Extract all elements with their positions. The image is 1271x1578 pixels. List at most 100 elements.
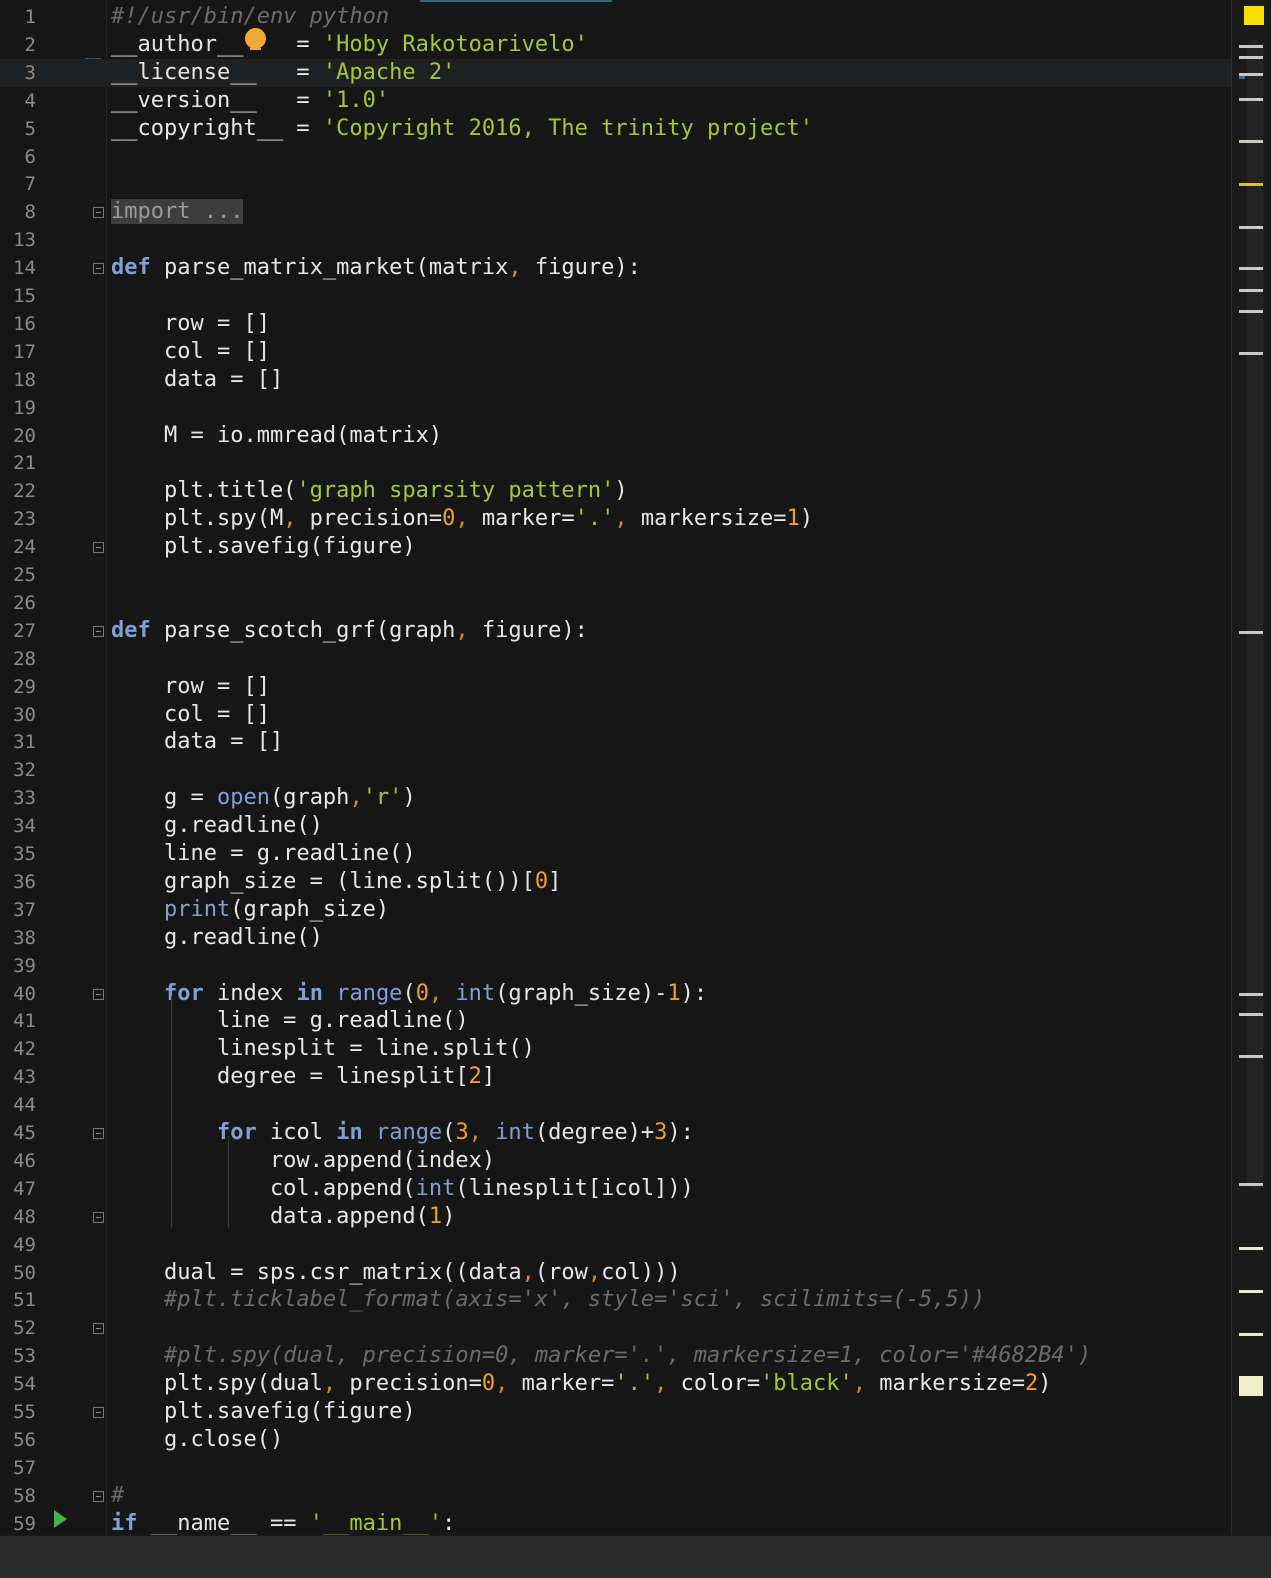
- code-line[interactable]: 19: [0, 394, 1231, 422]
- stripe-marker[interactable]: [1239, 1247, 1263, 1250]
- code-line[interactable]: 27 def parse_scotch_grf(graph, figure):: [0, 617, 1231, 645]
- code-line[interactable]: 48 data.append(1): [0, 1203, 1231, 1231]
- code-line[interactable]: 47 col.append(int(linesplit[icol])): [0, 1175, 1231, 1203]
- code-line[interactable]: 54 plt.spy(dual, precision=0, marker='.'…: [0, 1370, 1231, 1398]
- code-line[interactable]: 23 plt.spy(M, precision=0, marker='.', m…: [0, 505, 1231, 533]
- code-line[interactable]: 35 line = g.readline(): [0, 840, 1231, 868]
- code-line[interactable]: 21: [0, 449, 1231, 477]
- stripe-marker[interactable]: [1239, 631, 1263, 634]
- code-line[interactable]: 50 dual = sps.csr_matrix((data,(row,col)…: [0, 1259, 1231, 1287]
- code-text: line = g.readline(): [111, 841, 416, 866]
- stripe-marker[interactable]: [1239, 289, 1263, 292]
- stripe-marker[interactable]: [1239, 310, 1263, 313]
- code-line[interactable]: 58 #: [0, 1482, 1231, 1510]
- line-number: 52: [13, 1317, 36, 1340]
- code-line[interactable]: 17 col = []: [0, 338, 1231, 366]
- stripe-marker[interactable]: [1239, 1333, 1263, 1336]
- stripe-marker[interactable]: [1239, 1055, 1263, 1058]
- stripe-marker[interactable]: [1239, 1183, 1263, 1186]
- code-line[interactable]: 25: [0, 561, 1231, 589]
- code-line[interactable]: 31 data = []: [0, 728, 1231, 756]
- code-line[interactable]: 53 #plt.spy(dual, precision=0, marker='.…: [0, 1342, 1231, 1370]
- code-line[interactable]: 15: [0, 282, 1231, 310]
- fold-icon[interactable]: [93, 988, 104, 1000]
- fold-icon[interactable]: [93, 1490, 104, 1502]
- stripe-marker[interactable]: [1239, 76, 1245, 79]
- stripe-marker[interactable]: [1239, 1013, 1263, 1016]
- stripe-marker[interactable]: [1239, 352, 1263, 355]
- code-line[interactable]: 37 print(graph_size): [0, 896, 1231, 924]
- code-line[interactable]: 52: [0, 1314, 1231, 1342]
- code-line[interactable]: 40 for index in range(0, int(graph_size)…: [0, 980, 1231, 1008]
- stripe-marker[interactable]: [1239, 226, 1263, 229]
- code-line[interactable]: 5 __copyright__ = 'Copyright 2016, The tr…: [0, 115, 1231, 143]
- code-line[interactable]: 36 graph_size = (line.split())[0]: [0, 868, 1231, 896]
- code-line[interactable]: 46 row.append(index): [0, 1147, 1231, 1175]
- code-line[interactable]: 2 __author__ = 'Hoby Rakotoarivelo': [0, 31, 1231, 59]
- lightbulb-icon[interactable]: [245, 28, 266, 50]
- code-line[interactable]: 42 linesplit = line.split(): [0, 1035, 1231, 1063]
- code-line[interactable]: 1 #!/usr/bin/env python: [0, 3, 1231, 31]
- code-line[interactable]: 30 col = []: [0, 701, 1231, 729]
- run-icon[interactable]: [54, 1510, 67, 1528]
- code-line[interactable]: 6: [0, 143, 1231, 171]
- stripe-marker[interactable]: [1239, 183, 1263, 186]
- fold-icon[interactable]: [93, 1407, 104, 1418]
- code-text: g.close(): [111, 1426, 284, 1452]
- code-line[interactable]: 16 row = []: [0, 310, 1231, 338]
- fold-icon[interactable]: [93, 1211, 104, 1223]
- code-line[interactable]: 34 g.readline(): [0, 812, 1231, 840]
- line-number: 16: [13, 312, 36, 335]
- code-line[interactable]: 59 if __name__ == '__main__':: [0, 1510, 1231, 1535]
- code-line[interactable]: 43 degree = linesplit[2]: [0, 1063, 1231, 1091]
- code-line[interactable]: 14 def parse_matrix_market(matrix, figure…: [0, 254, 1231, 282]
- fold-icon[interactable]: [93, 207, 104, 219]
- code-text: g = open(graph,'r'): [111, 785, 416, 811]
- code-line[interactable]: 57: [0, 1454, 1231, 1482]
- code-line[interactable]: 8 import ...: [0, 198, 1231, 226]
- code-text: data = []: [111, 366, 284, 392]
- stripe-marker[interactable]: [1239, 267, 1263, 270]
- stripe-marker[interactable]: [1239, 56, 1263, 59]
- code-line[interactable]: 28: [0, 645, 1231, 673]
- stripe-marker[interactable]: [1239, 98, 1263, 101]
- code-line[interactable]: 38 g.readline(): [0, 924, 1231, 952]
- code-line[interactable]: 41 line = g.readline(): [0, 1007, 1231, 1035]
- stripe-marker[interactable]: [1239, 45, 1263, 48]
- code-line[interactable]: 32: [0, 756, 1231, 784]
- code-line[interactable]: 51 #plt.ticklabel_format(axis='x', style…: [0, 1286, 1231, 1314]
- code-line[interactable]: 18 data = []: [0, 366, 1231, 394]
- code-line[interactable]: 45 for icol in range(3, int(degree)+3):: [0, 1119, 1231, 1147]
- inspection-status-icon[interactable]: [1244, 6, 1264, 25]
- fold-icon[interactable]: [93, 1128, 104, 1139]
- code-line[interactable]: 7: [0, 170, 1231, 198]
- code-line[interactable]: 56 g.close(): [0, 1426, 1231, 1454]
- stripe-marker[interactable]: [1239, 993, 1263, 996]
- code-line[interactable]: 49: [0, 1231, 1231, 1259]
- code-line[interactable]: 44: [0, 1091, 1231, 1119]
- code-line[interactable]: 39: [0, 952, 1231, 980]
- code-editor[interactable]: 1 #!/usr/bin/env python 2 __author__ = 'Hob…: [0, 0, 1231, 1535]
- code-text: if __name__ == '__main__':: [111, 1510, 456, 1535]
- code-line[interactable]: 20 M = io.mmread(matrix): [0, 422, 1231, 450]
- code-line[interactable]: 55 plt.savefig(figure): [0, 1398, 1231, 1426]
- code-line[interactable]: 26: [0, 589, 1231, 617]
- stripe-marker[interactable]: [1239, 140, 1263, 143]
- fold-icon[interactable]: [93, 263, 104, 275]
- code-line[interactable]: 29 row = []: [0, 673, 1231, 701]
- stripe-marker[interactable]: [1239, 1376, 1263, 1396]
- code-text: import ...: [111, 199, 244, 225]
- code-line[interactable]: 24 plt.savefig(figure): [0, 533, 1231, 561]
- fold-icon[interactable]: [93, 542, 104, 554]
- fold-icon[interactable]: [93, 625, 104, 637]
- line-number: 7: [24, 173, 36, 196]
- code-line[interactable]: 33 g = open(graph,'r'): [0, 784, 1231, 812]
- code-line[interactable]: 3 __license__ = 'Apache 2': [0, 58, 1231, 87]
- line-number: 55: [13, 1401, 36, 1423]
- code-line[interactable]: 4 __version__ = '1.0': [0, 87, 1231, 115]
- code-line[interactable]: 13: [0, 226, 1231, 254]
- code-line[interactable]: 22 plt.title('graph sparsity pattern'): [0, 477, 1231, 505]
- fold-icon[interactable]: [93, 1323, 104, 1335]
- stripe-marker[interactable]: [1239, 1290, 1263, 1293]
- scrollbar-thumb[interactable]: [1247, 40, 1263, 1190]
